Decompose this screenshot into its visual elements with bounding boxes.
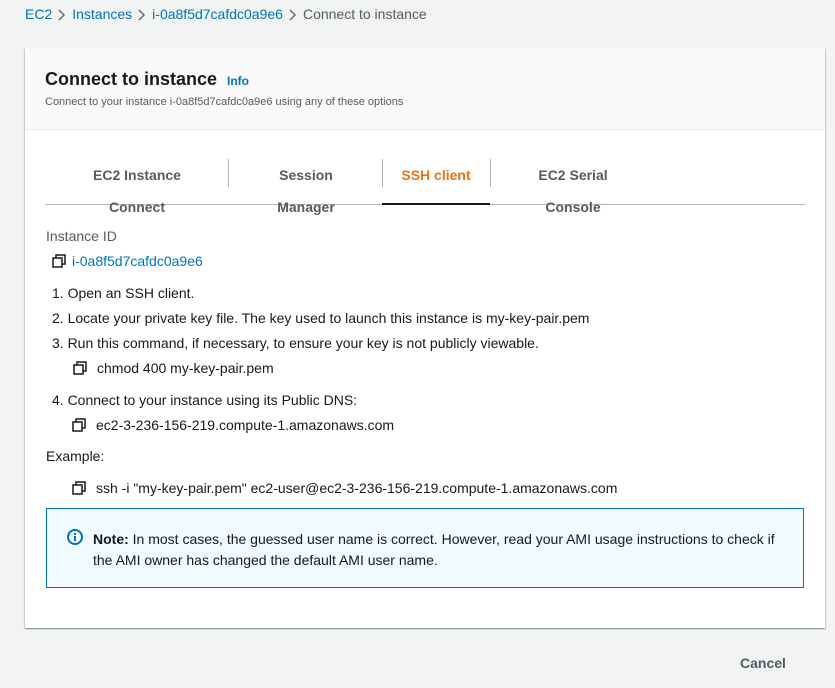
panel-header: Connect to instance Info Connect to your… <box>25 48 825 130</box>
breadcrumb-instances[interactable]: Instances <box>72 6 132 22</box>
step-4: 4. Connect to your instance using its Pu… <box>52 392 358 408</box>
tab-ec2-serial-console[interactable]: EC2 Serial Console <box>512 159 634 215</box>
breadcrumb: EC2 Instances i-0a8f5d7cafdc0a9e6 Connec… <box>25 5 427 23</box>
panel-description: Connect to your instance i-0a8f5d7cafdc0… <box>45 96 404 108</box>
cancel-button[interactable]: Cancel <box>740 655 786 671</box>
chevron-right-icon <box>132 6 152 22</box>
info-alert: Note: In most cases, the guessed user na… <box>46 508 804 588</box>
alert-body: In most cases, the guessed user name is … <box>93 531 775 568</box>
connect-panel: Connect to instance Info Connect to your… <box>25 48 825 628</box>
public-dns-command: ec2-3-236-156-219.compute-1.amazonaws.co… <box>72 417 394 433</box>
step-1: 1. Open an SSH client. <box>52 285 195 301</box>
chevron-right-icon <box>283 6 303 22</box>
info-circle-icon <box>67 529 83 545</box>
tab-divider <box>228 159 229 187</box>
instance-id-label: Instance ID <box>46 228 117 244</box>
copy-icon[interactable] <box>52 254 66 268</box>
copy-icon[interactable] <box>72 418 86 432</box>
info-link[interactable]: Info <box>227 74 249 88</box>
tab-ec2-instance-connect[interactable]: EC2 Instance Connect <box>67 159 207 215</box>
alert-title: Note: <box>93 531 129 547</box>
instance-id-row: i-0a8f5d7cafdc0a9e6 <box>52 253 203 269</box>
ssh-command: ssh -i "my-key-pair.pem" ec2-user@ec2-3-… <box>72 480 617 496</box>
step-3: 3. Run this command, if necessary, to en… <box>52 335 539 351</box>
instance-id-link[interactable]: i-0a8f5d7cafdc0a9e6 <box>72 253 203 269</box>
tab-divider <box>490 159 491 187</box>
breadcrumb-ec2[interactable]: EC2 <box>25 6 52 22</box>
tab-bar: EC2 Instance Connect Session Manager SSH… <box>45 159 805 215</box>
chevron-right-icon <box>52 6 72 22</box>
alert-text: Note: In most cases, the guessed user na… <box>93 529 793 571</box>
breadcrumb-current: Connect to instance <box>302 6 427 22</box>
chmod-command: chmod 400 my-key-pair.pem <box>73 360 274 376</box>
tab-ssh-client[interactable]: SSH client <box>382 159 490 205</box>
example-label: Example: <box>46 448 105 464</box>
public-dns-text: ec2-3-236-156-219.compute-1.amazonaws.co… <box>96 417 395 433</box>
copy-icon[interactable] <box>73 361 87 375</box>
chmod-command-text: chmod 400 my-key-pair.pem <box>97 360 274 376</box>
ssh-command-text: ssh -i "my-key-pair.pem" ec2-user@ec2-3-… <box>96 480 618 496</box>
breadcrumb-instance-id[interactable]: i-0a8f5d7cafdc0a9e6 <box>152 6 283 22</box>
page-title: Connect to instance <box>45 69 218 89</box>
step-2: 2. Locate your private key file. The key… <box>52 310 590 326</box>
tab-session-manager[interactable]: Session Manager <box>250 159 362 215</box>
copy-icon[interactable] <box>72 481 86 495</box>
